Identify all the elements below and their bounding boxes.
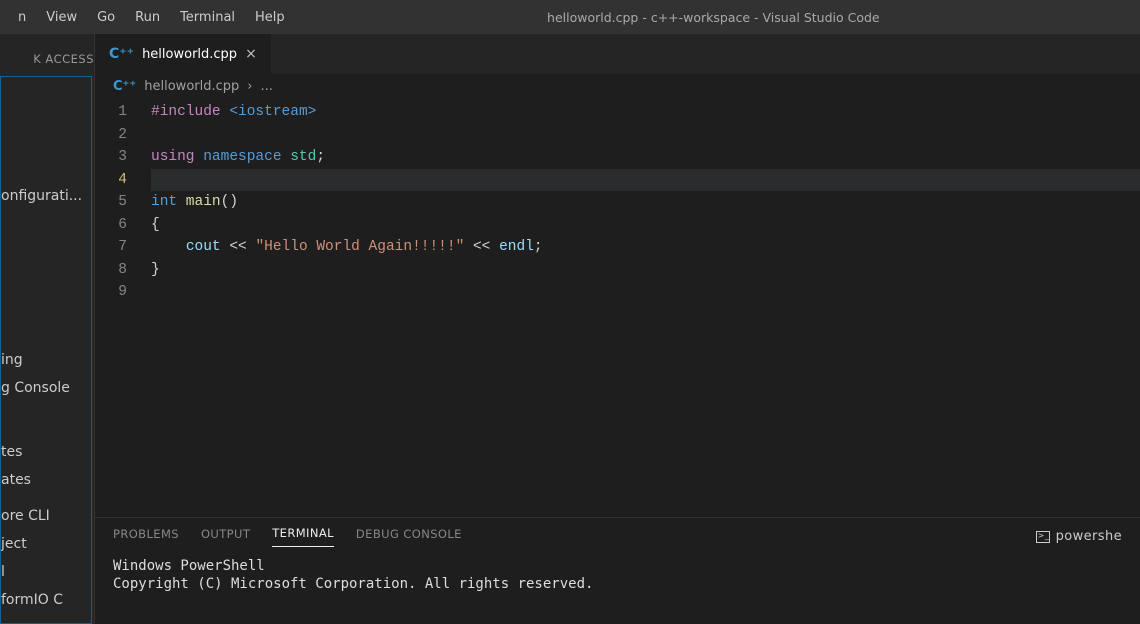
sidebar-item[interactable]: ates <box>1 469 85 491</box>
bottom-panel: PROBLEMS OUTPUT TERMINAL DEBUG CONSOLE p… <box>95 517 1140 624</box>
line-number: 8 <box>95 259 127 282</box>
breadcrumb[interactable]: C⁺⁺ helloworld.cpp › ... <box>95 74 1140 99</box>
token: std <box>282 149 317 165</box>
token: using <box>151 149 195 165</box>
token: <iostream> <box>221 104 317 120</box>
sidebar-item[interactable]: ore CLI <box>1 505 85 527</box>
panel-tab-debug-console[interactable]: DEBUG CONSOLE <box>356 527 462 547</box>
breadcrumb-file: helloworld.cpp <box>144 79 239 94</box>
token: "Hello World Again!!!!!" <box>255 239 464 255</box>
code-content[interactable]: #include <iostream> using namespace std;… <box>151 101 1140 517</box>
token: endl <box>499 239 534 255</box>
sidebar-item[interactable]: formIO C <box>1 589 85 611</box>
token: cout <box>186 239 221 255</box>
line-gutter: 1 2 3 4 5 6 7 8 9 <box>95 101 151 517</box>
line-number: 5 <box>95 191 127 214</box>
window-title: helloworld.cpp - c++-workspace - Visual … <box>295 10 1132 25</box>
sidebar-item[interactable]: g Console <box>1 377 85 399</box>
menu-item-help[interactable]: Help <box>245 4 295 31</box>
token: } <box>151 262 160 278</box>
token: () <box>221 194 238 210</box>
sidebar-heading: K ACCESS <box>0 44 94 76</box>
token: << <box>221 239 256 255</box>
close-icon[interactable]: × <box>245 46 257 62</box>
panel-tabs: PROBLEMS OUTPUT TERMINAL DEBUG CONSOLE p… <box>95 518 1140 547</box>
sidebar-item[interactable]: ject <box>1 533 85 555</box>
panel-tab-output[interactable]: OUTPUT <box>201 527 250 547</box>
shell-label: powershe <box>1056 529 1122 544</box>
terminal-icon <box>1036 531 1050 543</box>
line-number: 2 <box>95 124 127 147</box>
sidebar-item[interactable]: tes <box>1 441 85 463</box>
token <box>151 239 186 255</box>
token: namespace <box>195 149 282 165</box>
token: { <box>151 217 160 233</box>
menu-item-go[interactable]: Go <box>87 4 125 31</box>
menu-item-run[interactable]: Run <box>125 4 170 31</box>
title-bar: n View Go Run Terminal Help helloworld.c… <box>0 0 1140 34</box>
token: ; <box>534 239 543 255</box>
cpp-file-icon: C⁺⁺ <box>109 46 134 62</box>
editor-area: C⁺⁺ helloworld.cpp × C⁺⁺ helloworld.cpp … <box>95 34 1140 624</box>
cpp-file-icon: C⁺⁺ <box>113 79 136 94</box>
line-number: 7 <box>95 236 127 259</box>
token: ; <box>316 149 325 165</box>
sidebar-item[interactable]: l <box>1 561 85 583</box>
breadcrumb-ellipsis: ... <box>260 79 272 94</box>
token: #include <box>151 104 221 120</box>
panel-tab-terminal[interactable]: TERMINAL <box>272 526 334 547</box>
line-number-current: 4 <box>95 169 127 192</box>
main-area: K ACCESS onfigurati... ing g Console tes… <box>0 34 1140 624</box>
tab-helloworld[interactable]: C⁺⁺ helloworld.cpp × <box>95 34 272 74</box>
sidebar: K ACCESS onfigurati... ing g Console tes… <box>0 34 95 624</box>
menu-bar: n View Go Run Terminal Help <box>8 4 295 31</box>
line-number: 6 <box>95 214 127 237</box>
tab-label: helloworld.cpp <box>142 47 237 62</box>
panel-tab-problems[interactable]: PROBLEMS <box>113 527 179 547</box>
sidebar-panel: onfigurati... ing g Console tes ates ore… <box>0 76 92 624</box>
terminal-line: Copyright (C) Microsoft Corporation. All… <box>113 575 1122 593</box>
menu-item[interactable]: n <box>8 4 36 31</box>
menu-item-terminal[interactable]: Terminal <box>170 4 245 31</box>
code-editor[interactable]: 1 2 3 4 5 6 7 8 9 #include <iostream> us… <box>95 99 1140 517</box>
line-number: 1 <box>95 101 127 124</box>
menu-item-view[interactable]: View <box>36 4 87 31</box>
sidebar-item[interactable]: ing <box>1 349 85 371</box>
sidebar-item[interactable]: onfigurati... <box>1 185 85 207</box>
terminal-shell-selector[interactable]: powershe <box>1036 529 1122 544</box>
editor-tabs: C⁺⁺ helloworld.cpp × <box>95 34 1140 74</box>
token: main <box>177 194 221 210</box>
chevron-right-icon: › <box>247 79 252 94</box>
terminal-line: Windows PowerShell <box>113 557 1122 575</box>
token: << <box>464 239 499 255</box>
terminal-output[interactable]: Windows PowerShell Copyright (C) Microso… <box>95 547 1140 603</box>
token: int <box>151 194 177 210</box>
line-number: 9 <box>95 281 127 304</box>
line-number: 3 <box>95 146 127 169</box>
